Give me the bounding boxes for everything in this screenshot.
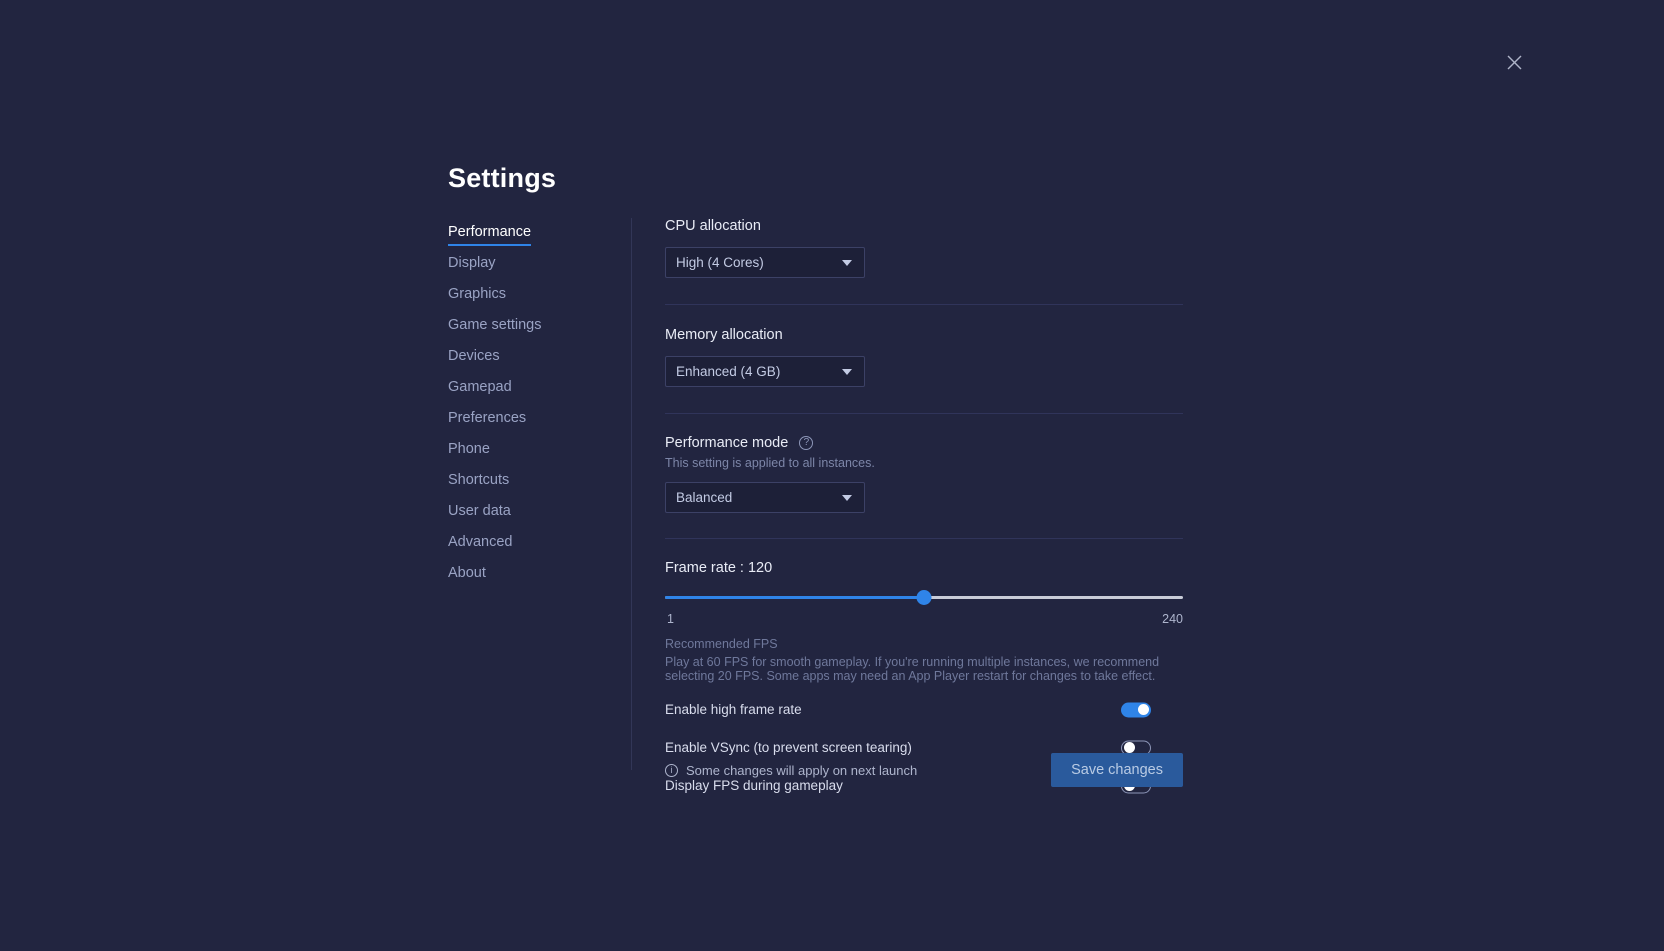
recommended-fps-title: Recommended FPS bbox=[665, 637, 1183, 651]
save-changes-button[interactable]: Save changes bbox=[1051, 753, 1183, 787]
memory-allocation-value: Enhanced (4 GB) bbox=[676, 364, 780, 379]
performance-mode-sublabel: This setting is applied to all instances… bbox=[665, 456, 1183, 470]
sidebar-item-label: Devices bbox=[448, 348, 500, 364]
sidebar-item-game-settings[interactable]: Game settings bbox=[448, 315, 628, 346]
toggle-knob bbox=[1138, 704, 1149, 715]
sidebar-item-graphics[interactable]: Graphics bbox=[448, 284, 628, 315]
sidebar-item-label: Game settings bbox=[448, 317, 542, 333]
sidebar-item-label: About bbox=[448, 565, 486, 581]
cpu-allocation-section: CPU allocation High (4 Cores) bbox=[665, 218, 1183, 278]
sidebar-item-preferences[interactable]: Preferences bbox=[448, 408, 628, 439]
performance-mode-label-text: Performance mode bbox=[665, 435, 788, 451]
memory-allocation-section: Memory allocation Enhanced (4 GB) bbox=[665, 327, 1183, 387]
frame-rate-label: Frame rate : 120 bbox=[665, 560, 772, 576]
sidebar-item-about[interactable]: About bbox=[448, 563, 628, 594]
slider-fill bbox=[665, 596, 924, 599]
toggle-label: Enable high frame rate bbox=[665, 702, 802, 717]
performance-mode-value: Balanced bbox=[676, 490, 732, 505]
slider-thumb[interactable] bbox=[917, 590, 932, 605]
memory-allocation-label: Memory allocation bbox=[665, 327, 1183, 343]
memory-allocation-select[interactable]: Enhanced (4 GB) bbox=[665, 356, 865, 387]
settings-window: Settings Performance Display Graphics Ga… bbox=[0, 0, 1664, 951]
toggle-knob bbox=[1124, 742, 1135, 753]
toggle-row-high-frame-rate: Enable high frame rate bbox=[665, 697, 1183, 722]
slider-min-label: 1 bbox=[667, 612, 674, 626]
sidebar-item-display[interactable]: Display bbox=[448, 253, 628, 284]
sidebar-item-label: Gamepad bbox=[448, 379, 512, 395]
slider-max-label: 240 bbox=[1162, 612, 1183, 626]
settings-content: CPU allocation High (4 Cores) Memory all… bbox=[665, 218, 1183, 798]
cpu-allocation-select[interactable]: High (4 Cores) bbox=[665, 247, 865, 278]
sidebar-item-phone[interactable]: Phone bbox=[448, 439, 628, 470]
sidebar-item-devices[interactable]: Devices bbox=[448, 346, 628, 377]
vertical-divider bbox=[631, 218, 632, 770]
settings-footer: i Some changes will apply on next launch… bbox=[665, 753, 1183, 787]
performance-mode-select[interactable]: Balanced bbox=[665, 482, 865, 513]
sidebar-item-label: Graphics bbox=[448, 286, 506, 302]
sidebar-item-label: User data bbox=[448, 503, 511, 519]
sidebar-item-gamepad[interactable]: Gamepad bbox=[448, 377, 628, 408]
chevron-down-icon bbox=[842, 260, 852, 266]
performance-mode-label: Performance mode ? bbox=[665, 435, 1183, 451]
sidebar-item-shortcuts[interactable]: Shortcuts bbox=[448, 470, 628, 501]
toggle-high-frame-rate[interactable] bbox=[1121, 702, 1151, 717]
settings-nav: Performance Display Graphics Game settin… bbox=[448, 222, 628, 594]
sidebar-item-label: Phone bbox=[448, 441, 490, 457]
frame-rate-slider[interactable] bbox=[665, 588, 1183, 606]
page-title: Settings bbox=[448, 163, 556, 194]
cpu-allocation-label: CPU allocation bbox=[665, 218, 1183, 234]
close-icon[interactable] bbox=[1502, 50, 1526, 74]
sidebar-item-label: Performance bbox=[448, 224, 531, 246]
performance-mode-section: Performance mode ? This setting is appli… bbox=[665, 435, 1183, 513]
divider bbox=[665, 304, 1183, 305]
sidebar-item-label: Preferences bbox=[448, 410, 526, 426]
sidebar-item-label: Advanced bbox=[448, 534, 513, 550]
info-icon: i bbox=[665, 764, 678, 777]
chevron-down-icon bbox=[842, 495, 852, 501]
cpu-allocation-value: High (4 Cores) bbox=[676, 255, 764, 270]
help-question-icon[interactable]: ? bbox=[799, 436, 813, 450]
chevron-down-icon bbox=[842, 369, 852, 375]
sidebar-item-label: Display bbox=[448, 255, 496, 271]
sidebar-item-user-data[interactable]: User data bbox=[448, 501, 628, 532]
sidebar-item-performance[interactable]: Performance bbox=[448, 222, 628, 253]
sidebar-item-advanced[interactable]: Advanced bbox=[448, 532, 628, 563]
slider-range-labels: 1 240 bbox=[665, 612, 1183, 628]
footer-note-text: Some changes will apply on next launch bbox=[686, 763, 917, 778]
sidebar-item-label: Shortcuts bbox=[448, 472, 509, 488]
recommended-fps-body: Play at 60 FPS for smooth gameplay. If y… bbox=[665, 655, 1165, 683]
divider bbox=[665, 538, 1183, 539]
divider bbox=[665, 413, 1183, 414]
footer-note: i Some changes will apply on next launch bbox=[665, 763, 917, 778]
